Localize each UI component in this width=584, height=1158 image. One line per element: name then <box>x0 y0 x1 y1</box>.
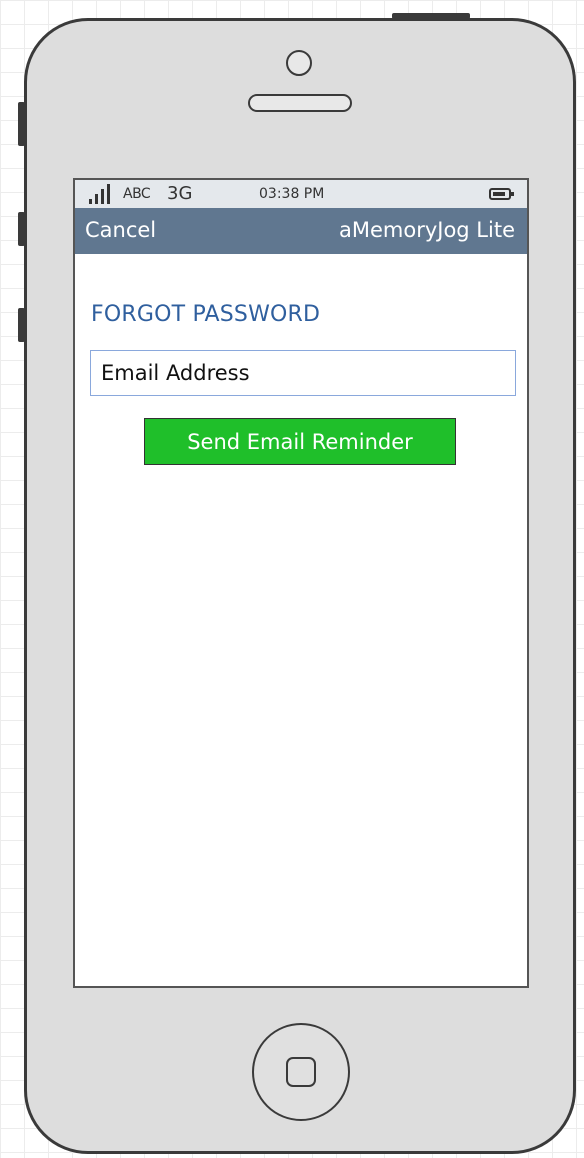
status-time: 03:38 PM <box>259 186 325 202</box>
home-square-icon <box>286 1057 316 1087</box>
navigation-bar: Cancel aMemoryJog Lite <box>75 208 527 254</box>
battery-icon <box>489 188 514 200</box>
carrier-label: ABC <box>123 186 151 202</box>
page-title: FORGOT PASSWORD <box>91 302 321 327</box>
send-email-reminder-button[interactable]: Send Email Reminder <box>144 418 456 465</box>
network-type: 3G <box>167 183 193 204</box>
front-camera <box>286 50 312 76</box>
phone-screen: ABC 3G 03:38 PM Cancel aMemoryJog Lite F… <box>73 178 529 988</box>
app-title: aMemoryJog Lite <box>338 218 515 242</box>
earpiece-speaker <box>248 94 352 112</box>
status-bar: ABC 3G 03:38 PM <box>75 180 527 209</box>
cancel-button[interactable]: Cancel <box>85 218 156 242</box>
home-button <box>252 1023 350 1121</box>
signal-bars-icon <box>89 184 119 204</box>
email-address-input[interactable] <box>90 350 516 396</box>
